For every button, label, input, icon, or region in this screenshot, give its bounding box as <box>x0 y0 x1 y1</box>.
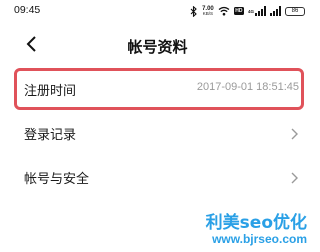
highlight-box <box>14 68 304 110</box>
account-security-row[interactable]: 帐号与安全 <box>0 156 315 198</box>
signal-icon-2 <box>270 6 281 16</box>
hd-badge: HD <box>233 7 244 15</box>
watermark-url: www.bjrseo.com <box>212 231 307 246</box>
login-records-row[interactable]: 登录记录 <box>0 112 315 154</box>
watermark: 利美seo优化 www.bjrseo.com <box>206 214 307 246</box>
status-time: 09:45 <box>14 4 41 16</box>
chevron-right-icon <box>289 126 299 140</box>
watermark-brand: 利美seo优化 <box>205 213 307 234</box>
status-icons: 7.00 KB/S HD 4G 86 <box>190 4 305 18</box>
battery-icon: 86 <box>285 6 305 16</box>
login-records-label: 登录记录 <box>24 128 77 143</box>
network-speed-unit: KB/S <box>202 10 214 16</box>
chevron-right-icon <box>289 170 299 184</box>
bluetooth-icon <box>190 5 198 17</box>
wifi-icon <box>218 6 230 16</box>
page-title: 帐号资料 <box>127 38 188 56</box>
account-security-label: 帐号与安全 <box>24 172 90 187</box>
nav-bar: 帐号资料 <box>0 28 315 62</box>
signal-label: 4G <box>247 8 254 14</box>
status-bar: 09:45 7.00 KB/S HD 4G 86 <box>0 0 315 22</box>
battery-level: 86 <box>291 8 299 14</box>
network-speed: 7.00 KB/S <box>202 6 214 17</box>
signal-icon: 4G <box>248 6 266 16</box>
